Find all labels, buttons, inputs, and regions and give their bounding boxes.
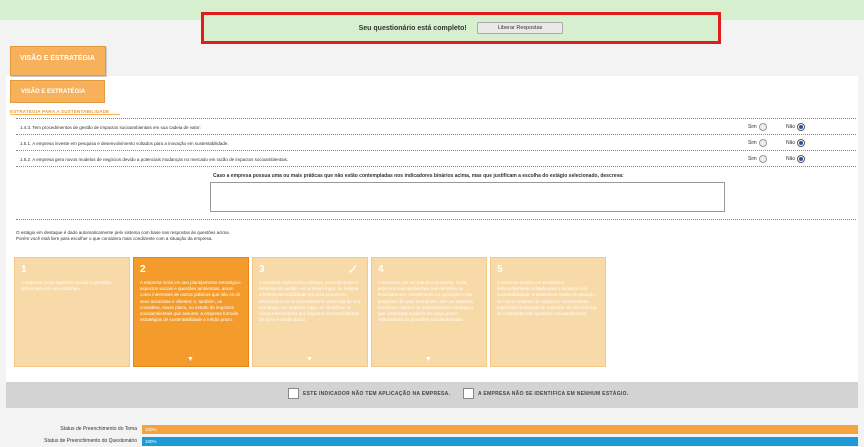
divider: [16, 134, 856, 135]
theme-progress-value: 100%: [145, 427, 157, 432]
no-stage-label: A EMPRESA NÃO SE IDENTIFICA EM NENHUM ES…: [478, 391, 629, 397]
stage-description: A empresa investe em pesquisa e desenvol…: [497, 280, 597, 317]
tab-visao-estrategia[interactable]: VISÃO E ESTRATÉGIA: [10, 46, 106, 76]
practice-description-textarea[interactable]: [210, 182, 725, 212]
questionnaire-progress-bar: 100%: [142, 437, 858, 446]
radio-nao-selected[interactable]: [797, 155, 806, 163]
theme-status-row: Status de Preenchimento do Tema 100%: [0, 425, 864, 435]
expand-arrow-icon[interactable]: ▼: [425, 356, 432, 363]
radio-sim[interactable]: [758, 139, 767, 147]
stage-description: A empresa inclui em seu planejamento est…: [140, 280, 241, 323]
question-1-nao[interactable]: Não: [786, 123, 806, 131]
question-1-sim[interactable]: Sim: [748, 123, 767, 131]
questionnaire-status-row: Status de Preenchimento do Questionário …: [0, 437, 864, 447]
stage-description: A empresa implementa políticas, procedim…: [259, 280, 361, 323]
question-2-nao[interactable]: Não: [786, 139, 806, 147]
sim-label: Sim: [748, 156, 757, 162]
nao-label: Não: [786, 140, 796, 146]
stage-card-4[interactable]: 4 A empresa, em um primeiro momento, inc…: [371, 257, 487, 367]
stage-card-3[interactable]: 3 ✓ A empresa implementa políticas, proc…: [252, 257, 368, 367]
divider: [16, 219, 856, 220]
stage-number: 1: [21, 264, 27, 275]
expand-arrow-icon[interactable]: ▼: [187, 356, 194, 363]
divider: [16, 118, 856, 119]
subtab-visao-estrategia[interactable]: VISÃO E ESTRATÉGIA: [10, 80, 105, 103]
question-2-text: 1.5.1. A empresa investe em pesquisa e d…: [20, 141, 229, 146]
stage-description: A empresa, em um primeiro momento, inclu…: [378, 280, 474, 323]
section-underline: [10, 114, 120, 115]
nao-label: Não: [786, 156, 796, 162]
no-application-label: ESTE INDICADOR NÃO TEM APLICAÇÃO NA EMPR…: [303, 391, 451, 397]
questionnaire-status-label: Status de Preenchimento do Questionário: [44, 438, 137, 444]
stage-card-2-selected[interactable]: 2 A empresa inclui em seu planejamento e…: [133, 257, 249, 367]
stage-number: 2: [140, 264, 146, 275]
no-stage-checkbox[interactable]: [463, 388, 474, 399]
stage-info-line-2: Porém você está livre para escolher o qu…: [16, 236, 213, 241]
theme-progress-bar: 100%: [142, 425, 858, 434]
stage-info: O estágio em destaque é dado automaticam…: [16, 230, 230, 242]
stage-number: 3: [259, 264, 265, 275]
questionnaire-progress-value: 100%: [145, 439, 157, 444]
question-3-nao[interactable]: Não: [786, 155, 806, 163]
radio-nao-selected[interactable]: [797, 123, 806, 131]
stage-number: 5: [497, 264, 503, 275]
stage-number: 4: [378, 264, 384, 275]
stage-card-1[interactable]: 1 A empresa inclui aspectos sociais e qu…: [14, 257, 130, 367]
practice-description-label: Caso a empresa possua uma ou mais prátic…: [213, 173, 624, 179]
expand-arrow-icon[interactable]: ▼: [306, 356, 313, 363]
theme-status-label: Status de Preenchimento do Tema: [60, 426, 137, 432]
no-application-checkbox[interactable]: [288, 388, 299, 399]
question-2-sim[interactable]: Sim: [748, 139, 767, 147]
question-3-sim[interactable]: Sim: [748, 155, 767, 163]
divider: [16, 166, 856, 167]
checkmark-icon: ✓: [347, 261, 359, 277]
sim-label: Sim: [748, 140, 757, 146]
stage-card-5[interactable]: 5 A empresa investe em pesquisa e desenv…: [490, 257, 606, 367]
question-3-text: 1.5.2. A empresa gera novos modelos de n…: [20, 157, 289, 162]
question-1-text: 1.4.3. Tem procedimentos de gestão de im…: [20, 125, 201, 130]
sim-label: Sim: [748, 124, 757, 130]
completion-message: Seu questionário está completo!: [358, 24, 467, 32]
radio-sim[interactable]: [758, 155, 767, 163]
nao-label: Não: [786, 124, 796, 130]
radio-nao-selected[interactable]: [797, 139, 806, 147]
release-answers-button[interactable]: Liberar Respostas: [476, 22, 564, 34]
completion-banner: Seu questionário está completo! Liberar …: [201, 12, 721, 44]
radio-sim[interactable]: [758, 123, 767, 131]
stage-description: A empresa inclui aspectos sociais e ques…: [21, 280, 112, 292]
divider: [16, 150, 856, 151]
